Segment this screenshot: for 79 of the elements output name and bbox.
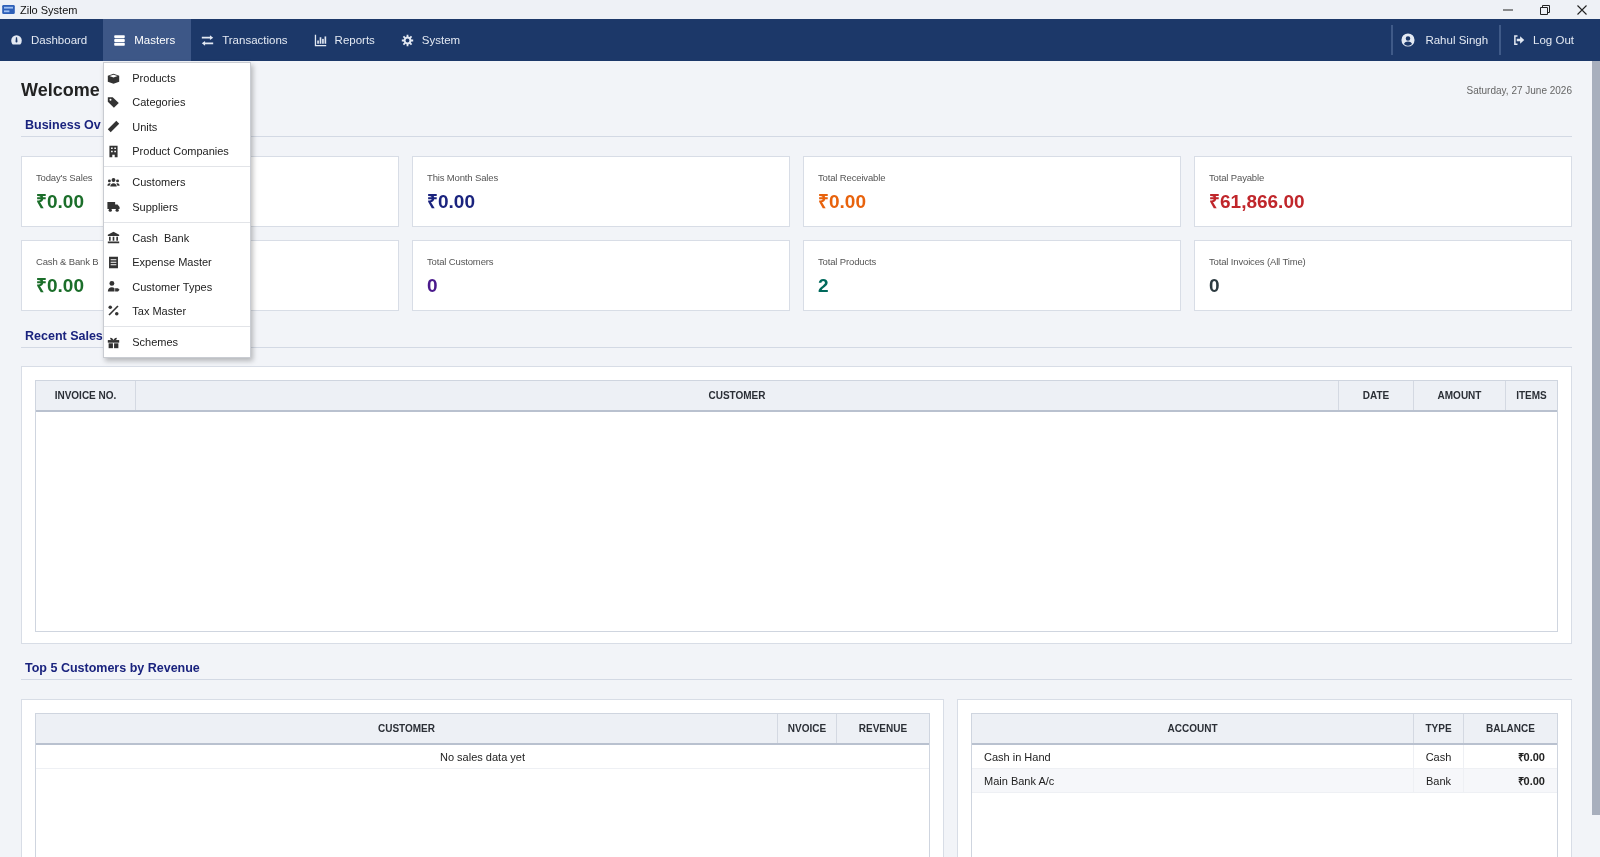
date-label: Saturday, 27 June 2026 (1466, 84, 1572, 96)
column-header[interactable]: AMOUNT (1414, 381, 1506, 410)
logout-button[interactable]: Log Out (1501, 19, 1600, 61)
menu-item[interactable]: Customers (104, 170, 251, 195)
restore-icon (1539, 4, 1550, 15)
column-header[interactable]: NVOICE (778, 714, 837, 743)
nav-tab[interactable]: Reports (303, 19, 391, 61)
menu-item[interactable]: Tax Master (104, 298, 251, 323)
nav-tab[interactable]: Dashboard (0, 19, 104, 61)
menu-item[interactable]: Product Companies (104, 138, 251, 164)
truck-icon (107, 200, 121, 214)
gift-icon (107, 335, 121, 349)
percent-icon (107, 304, 121, 318)
table-cell-text: ₹0.00 (1516, 750, 1546, 765)
stat-value: ₹0.00 (427, 190, 475, 214)
column-header[interactable]: ACCOUNT (972, 714, 1414, 743)
user-icon (1401, 33, 1416, 47)
nav-tab[interactable]: System (390, 19, 477, 61)
stat-label: Today's Sales (36, 171, 93, 184)
stat-value: 0 (427, 274, 438, 298)
page-title: Welcome (21, 79, 100, 101)
stat-label: Total Invoices (All Time) (1209, 255, 1306, 268)
layers-icon (113, 33, 127, 47)
user-button[interactable]: Rahul Singh (1393, 19, 1500, 61)
table-cell: Cash in Hand (972, 745, 1414, 768)
column-header[interactable]: INVOICE NO. (36, 381, 136, 410)
column-header[interactable]: TYPE (1414, 714, 1464, 743)
stat-value: ₹61,866.00 (1209, 190, 1305, 214)
menu-item[interactable]: Categories (104, 90, 251, 115)
empty-message: No sales data yet (440, 750, 525, 763)
menu-item[interactable]: Suppliers (104, 194, 251, 219)
app-logo-icon (2, 5, 15, 14)
section-heading: Top 5 Customers by Revenue (21, 661, 1572, 680)
list-icon (107, 255, 121, 269)
building-icon (107, 144, 121, 158)
settings-icon (400, 33, 414, 47)
stat-label: Cash & Bank B (36, 255, 99, 268)
table-cell: Main Bank A/c (972, 769, 1414, 792)
column-header[interactable]: CUSTOMER (136, 381, 1339, 410)
gauge-icon (10, 33, 23, 47)
stat-label: Total Products (818, 255, 877, 268)
menu-item[interactable]: Expense Master (104, 250, 251, 275)
stat-value: ₹0.00 (36, 190, 84, 214)
arrows-icon (201, 33, 215, 47)
table-cell-text: ₹0.00 (1516, 774, 1546, 789)
logout-icon (1513, 34, 1526, 46)
stat-label: Total Receivable (818, 171, 886, 184)
user-tag-icon (107, 280, 121, 293)
menu-item[interactable]: Customer Types (104, 274, 251, 299)
stat-label: Total Customers (427, 255, 494, 268)
stat-label: Total Payable (1209, 171, 1265, 184)
bank-icon (107, 231, 121, 245)
close-icon (1576, 4, 1587, 15)
bar-chart-icon (313, 33, 327, 47)
menu-item[interactable]: Schemes (104, 329, 251, 355)
column-header[interactable]: CUSTOMER (36, 714, 778, 743)
menu-item[interactable]: Units (104, 114, 251, 139)
stat-label: This Month Sales (427, 171, 498, 184)
stat-value: ₹0.00 (818, 190, 866, 214)
minimize-icon (1502, 8, 1513, 11)
tag-icon (107, 95, 121, 109)
table-cell: Cash (1414, 745, 1464, 768)
menu-item[interactable]: Products (104, 66, 251, 91)
column-header[interactable]: DATE (1339, 381, 1414, 410)
stat-value: 2 (818, 274, 829, 298)
nav-tab[interactable]: Masters (103, 19, 192, 61)
column-header[interactable]: ITEMS (1506, 381, 1557, 410)
stat-value: 0 (1209, 274, 1220, 298)
nav-tab[interactable]: Transactions (191, 19, 304, 61)
window-title: Zilo System (20, 3, 78, 16)
stat-value: ₹0.00 (36, 274, 84, 298)
column-header[interactable]: BALANCE (1464, 714, 1557, 743)
table-cell: Bank (1414, 769, 1464, 792)
menu-item[interactable]: Cash Bank (104, 225, 251, 251)
ruler-icon (107, 120, 121, 134)
scrollbar-thumb[interactable] (1592, 61, 1600, 815)
column-header[interactable]: REVENUE (837, 714, 929, 743)
users-icon (107, 175, 121, 189)
box-icon (107, 71, 121, 85)
